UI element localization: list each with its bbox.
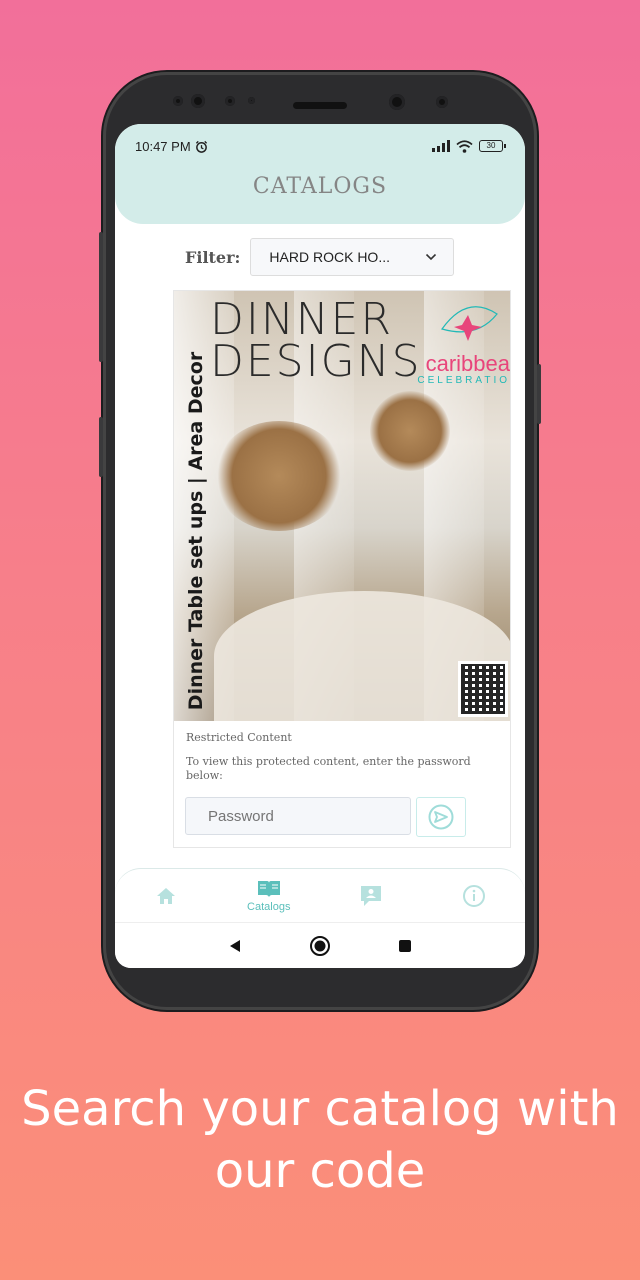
cover-vertical-text: Dinner Table set ups | Area Decor	[180, 352, 212, 710]
book-icon	[257, 881, 280, 897]
password-input[interactable]	[185, 797, 411, 835]
side-button	[537, 364, 541, 424]
home-icon	[157, 888, 176, 904]
status-bar: 10:47 PM 30	[135, 136, 506, 156]
cover-title-line1: DINNER	[210, 294, 394, 345]
back-icon[interactable]	[227, 938, 243, 954]
home-circle-icon[interactable]	[309, 935, 331, 957]
tagline-line2: our code	[214, 1143, 426, 1199]
earpiece-speaker	[293, 102, 347, 109]
filter-selected-value: HARD ROCK HO...	[269, 249, 390, 265]
pampas-decor	[370, 391, 450, 471]
status-time: 10:47 PM	[135, 138, 191, 154]
nav-info[interactable]	[434, 884, 514, 908]
brand-logo: caribbea CELEBRATIO	[400, 299, 510, 386]
brand-subtitle: CELEBRATIO	[417, 375, 510, 386]
flower-logo-icon	[441, 306, 498, 341]
nav-catalogs-label: Catalogs	[247, 901, 291, 913]
app-screen: 10:47 PM 30 CATALOGS Filter: HARD ROCK H…	[115, 124, 525, 968]
nav-contact[interactable]	[331, 884, 411, 908]
filter-select[interactable]: HARD ROCK HO...	[250, 238, 455, 276]
alarm-icon	[195, 140, 207, 153]
submit-password-button[interactable]	[416, 797, 466, 837]
brand-name: caribbea	[425, 351, 510, 376]
battery-indicator: 30	[479, 140, 506, 152]
catalog-card[interactable]: DINNER DESIGNS caribbea CELEBRATIO Dinne…	[173, 290, 511, 848]
filter-label: Filter:	[185, 247, 241, 267]
nav-catalogs[interactable]: Catalogs	[229, 879, 309, 913]
promo-tagline: Search your catalog with our code	[0, 1078, 640, 1202]
cover-subtitle: Dinner Table set ups | Area Decor	[185, 351, 207, 711]
bottom-nav: Catalogs	[115, 868, 525, 923]
chevron-down-icon	[426, 253, 437, 261]
sensor-dot	[225, 96, 235, 106]
volume-button	[99, 232, 103, 362]
sensor-dot	[173, 96, 183, 106]
cover-title: DINNER DESIGNS	[210, 294, 422, 387]
app-header: 10:47 PM 30 CATALOGS	[115, 124, 525, 224]
front-camera	[191, 94, 205, 108]
nav-home[interactable]	[126, 886, 206, 906]
cover-title-line2: DESIGNS	[210, 336, 422, 387]
power-button	[99, 417, 103, 477]
qr-code	[458, 661, 508, 717]
info-icon	[462, 885, 485, 907]
sensor-dot	[436, 96, 448, 108]
page-title: CATALOGS	[252, 174, 388, 199]
restricted-title: Restricted Content	[186, 731, 292, 744]
restricted-description: To view this protected content, enter th…	[186, 755, 471, 782]
send-icon	[428, 804, 454, 830]
front-camera-2	[389, 94, 405, 110]
pampas-decor	[214, 421, 344, 531]
filter-row: Filter: HARD ROCK HO...	[185, 238, 455, 276]
system-nav-bar	[115, 922, 525, 968]
chat-icon	[361, 886, 382, 906]
recents-icon[interactable]	[397, 938, 413, 954]
catalog-cover-image[interactable]: DINNER DESIGNS caribbea CELEBRATIO Dinne…	[174, 291, 510, 721]
wifi-icon	[456, 139, 473, 153]
signal-icon	[432, 140, 450, 152]
sensor-dot	[248, 97, 255, 104]
tagline-line1: Search your catalog with	[21, 1081, 619, 1137]
